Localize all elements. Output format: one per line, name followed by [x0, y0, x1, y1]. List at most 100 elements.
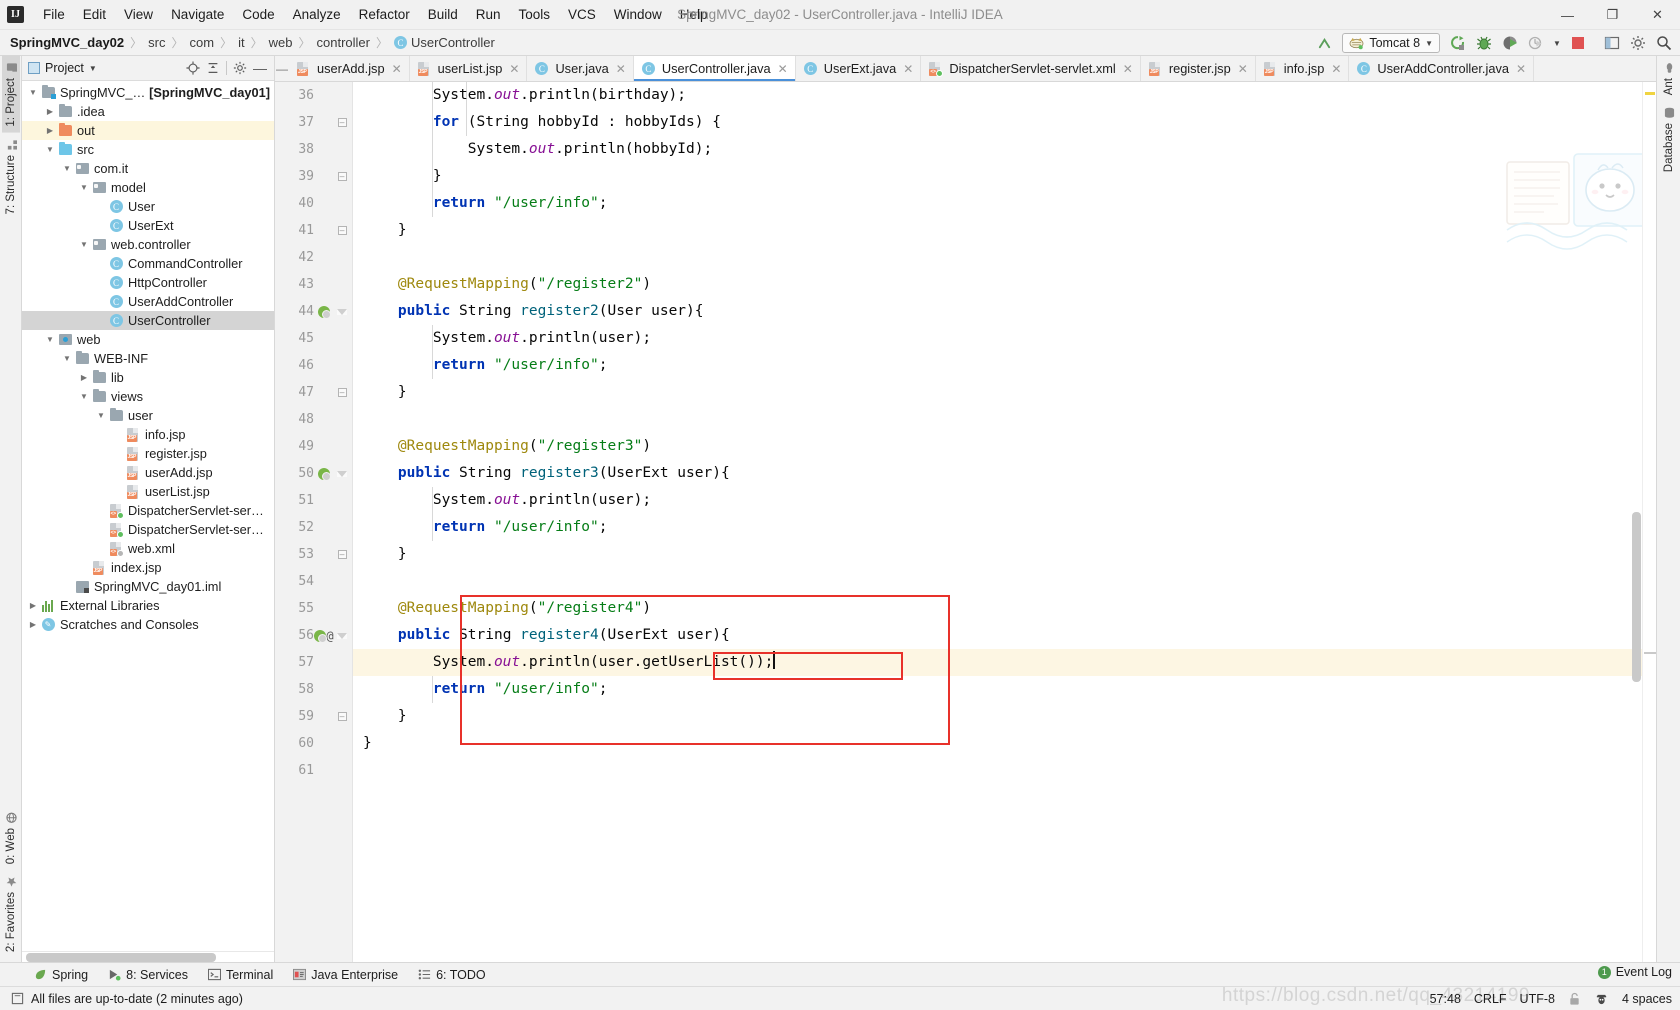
- line-number[interactable]: 46: [288, 358, 314, 373]
- tool-tab-ant[interactable]: Ant: [1660, 56, 1678, 101]
- tool-tab-2-favorites[interactable]: 2: Favorites: [2, 870, 20, 958]
- tree-node[interactable]: ▼ model: [22, 178, 274, 197]
- line-number[interactable]: 58: [288, 682, 314, 697]
- editor-tab-userlist-jsp[interactable]: JSP userList.jsp ✕: [410, 56, 528, 81]
- indent-setting[interactable]: 4 spaces: [1622, 992, 1672, 1006]
- menu-item-navigate[interactable]: Navigate: [162, 3, 233, 26]
- tool-tab-database[interactable]: Database: [1660, 101, 1678, 178]
- project-tree-hscrollbar[interactable]: [22, 951, 274, 962]
- profiler-dropdown-icon[interactable]: ▼: [1550, 32, 1564, 54]
- run-icon[interactable]: [1446, 32, 1470, 54]
- project-panel-title[interactable]: Project ▼: [28, 61, 97, 75]
- line-number[interactable]: 51: [288, 493, 314, 508]
- editor-tab-register-jsp[interactable]: JSP register.jsp ✕: [1141, 56, 1256, 81]
- close-tab-icon[interactable]: ✕: [1331, 62, 1341, 76]
- editor-vertical-scrollbar[interactable]: [1631, 82, 1642, 962]
- hector-inspection-icon[interactable]: [1595, 992, 1609, 1006]
- editor-error-stripe[interactable]: [1642, 82, 1656, 962]
- code-content[interactable]: System.out.println(birthday); for (Strin…: [353, 82, 1642, 962]
- tree-node[interactable]: JSP index.jsp: [22, 558, 274, 577]
- settings-icon[interactable]: [1626, 32, 1650, 54]
- code-fold-marker[interactable]: –: [334, 388, 350, 397]
- code-fold-marker[interactable]: –: [334, 712, 350, 721]
- line-number[interactable]: 56: [288, 628, 314, 643]
- annotation-marker-icon[interactable]: @: [326, 629, 333, 643]
- tool-window-java-enterprise[interactable]: Java Enterprise: [285, 966, 406, 984]
- stop-icon[interactable]: [1566, 32, 1590, 54]
- tool-window-terminal[interactable]: Terminal: [200, 966, 281, 984]
- code-fold-marker[interactable]: –: [334, 172, 350, 181]
- tree-expand-arrow[interactable]: ▼: [60, 354, 74, 363]
- maximize-button[interactable]: ❐: [1590, 0, 1635, 30]
- tool-window-6-todo[interactable]: 6: TODO: [410, 966, 494, 984]
- tree-node[interactable]: ▶ .idea: [22, 102, 274, 121]
- menu-item-file[interactable]: File: [34, 3, 74, 26]
- tree-node[interactable]: <> DispatcherServlet-servlet.xml: [22, 501, 274, 520]
- close-tab-icon[interactable]: ✕: [509, 62, 519, 76]
- breadcrumb-item-springmvc_day02[interactable]: SpringMVC_day02: [10, 35, 124, 50]
- editor-tab-usercontroller-java[interactable]: C UserController.java ✕: [633, 56, 796, 81]
- menu-item-tools[interactable]: Tools: [510, 3, 560, 26]
- caret-position[interactable]: 57:48: [1430, 992, 1461, 1006]
- menu-item-vcs[interactable]: VCS: [559, 3, 605, 26]
- line-number[interactable]: 40: [288, 196, 314, 211]
- debug-icon[interactable]: [1472, 32, 1496, 54]
- tool-tab-1-project[interactable]: 1: Project: [1, 56, 20, 133]
- tree-expand-arrow[interactable]: ▼: [77, 183, 91, 192]
- run-configuration-selector[interactable]: Tomcat 8 ▼: [1342, 33, 1440, 53]
- file-encoding[interactable]: UTF-8: [1520, 992, 1555, 1006]
- close-tab-icon[interactable]: ✕: [392, 62, 402, 76]
- line-number[interactable]: 59: [288, 709, 314, 724]
- line-number[interactable]: 61: [288, 763, 314, 778]
- tree-node[interactable]: JSP userList.jsp: [22, 482, 274, 501]
- tool-window-8-services[interactable]: 8: Services: [100, 966, 196, 984]
- spring-bean-icon[interactable]: [318, 305, 331, 319]
- tree-expand-arrow[interactable]: ▼: [43, 145, 57, 154]
- tree-expand-arrow[interactable]: ▼: [77, 392, 91, 401]
- line-number[interactable]: 57: [288, 655, 314, 670]
- tree-expand-arrow[interactable]: ▶: [43, 126, 57, 135]
- line-number[interactable]: 44: [288, 304, 314, 319]
- line-number[interactable]: 39: [288, 169, 314, 184]
- menu-item-edit[interactable]: Edit: [74, 3, 115, 26]
- line-number[interactable]: 60: [288, 736, 314, 751]
- tree-expand-arrow[interactable]: ▶: [77, 373, 91, 382]
- breadcrumb-item-it[interactable]: it: [238, 35, 245, 50]
- tree-node[interactable]: C UserController: [22, 311, 274, 330]
- close-tab-icon[interactable]: ✕: [1516, 62, 1526, 76]
- profiler-icon[interactable]: [1524, 32, 1548, 54]
- tool-tab-0-web[interactable]: 0: Web: [2, 806, 20, 870]
- editor-tab-user-java[interactable]: C User.java ✕: [527, 56, 634, 81]
- code-fold-marker[interactable]: [334, 632, 350, 639]
- project-tree[interactable]: ▼ SpringMVC_day02 [SpringMVC_day01] ▶ .idea…: [22, 81, 274, 951]
- line-number[interactable]: 45: [288, 331, 314, 346]
- breadcrumb-item-web[interactable]: web: [269, 35, 293, 50]
- line-number[interactable]: 37: [288, 115, 314, 130]
- tree-node[interactable]: ▶ ✎ Scratches and Consoles: [22, 615, 274, 634]
- tree-expand-arrow[interactable]: ▼: [43, 335, 57, 344]
- tree-node[interactable]: SpringMVC_day01.iml: [22, 577, 274, 596]
- editor-tab-userext-java[interactable]: C UserExt.java ✕: [796, 56, 922, 81]
- tree-node[interactable]: JSP info.jsp: [22, 425, 274, 444]
- project-structure-icon[interactable]: [1600, 32, 1624, 54]
- tree-node[interactable]: C UserExt: [22, 216, 274, 235]
- tool-window-spring[interactable]: Spring: [26, 966, 96, 984]
- line-number[interactable]: 52: [288, 520, 314, 535]
- tabs-scroll-left-icon[interactable]: —: [275, 56, 289, 81]
- tree-node[interactable]: <> DispatcherServlet-servlet1.xml: [22, 520, 274, 539]
- breadcrumb-item-usercontroller[interactable]: C UserController: [393, 35, 495, 50]
- line-separator[interactable]: CRLF: [1474, 992, 1507, 1006]
- close-tab-icon[interactable]: ✕: [1238, 62, 1248, 76]
- code-fold-marker[interactable]: [334, 308, 350, 315]
- collapse-all-icon[interactable]: [203, 58, 223, 78]
- line-number[interactable]: 41: [288, 223, 314, 238]
- run-with-coverage-icon[interactable]: [1498, 32, 1522, 54]
- tree-node[interactable]: ▼ WEB-INF: [22, 349, 274, 368]
- spring-bean-icon[interactable]: [314, 629, 328, 643]
- code-fold-marker[interactable]: [334, 470, 350, 477]
- line-number[interactable]: 47: [288, 385, 314, 400]
- tree-expand-arrow[interactable]: ▼: [60, 164, 74, 173]
- chevron-down-icon[interactable]: ▼: [1425, 39, 1433, 48]
- tree-node[interactable]: ▶ out: [22, 121, 274, 140]
- tree-node[interactable]: ▼ SpringMVC_day02 [SpringMVC_day01]: [22, 83, 274, 102]
